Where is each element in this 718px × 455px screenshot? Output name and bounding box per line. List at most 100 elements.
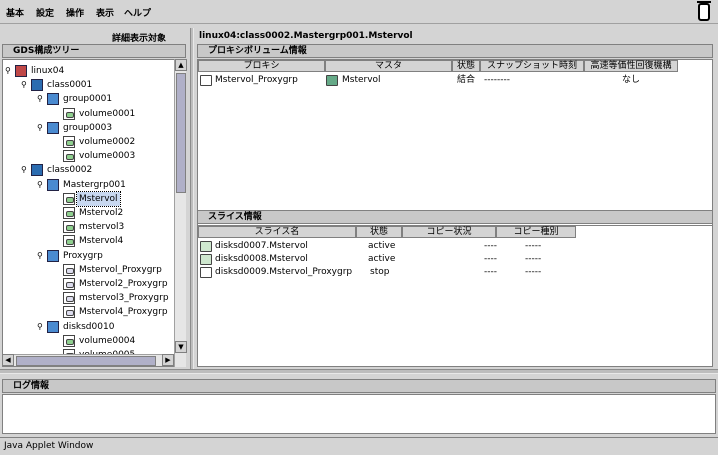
detail-target-label: 詳細表示対象 — [112, 34, 167, 44]
expand-toggle-icon[interactable]: ⚲ — [21, 166, 29, 174]
col-slice-name[interactable]: スライス名 — [198, 226, 356, 238]
tree-node-label: Mastergrp001 — [63, 179, 126, 190]
slice-state-cell: stop — [370, 267, 390, 277]
slice-icon — [200, 254, 212, 265]
expand-toggle-icon[interactable]: ⚲ — [37, 123, 45, 132]
expand-toggle-icon[interactable]: ⚲ — [37, 322, 45, 331]
copy-status-cell: ---- — [484, 254, 497, 264]
expand-toggle-icon[interactable]: ⚲ — [21, 81, 29, 89]
trash-icon[interactable] — [697, 1, 711, 21]
group-icon — [47, 93, 59, 106]
slice-state-cell: active — [368, 241, 396, 251]
leaf-spacer — [53, 138, 61, 146]
leaf-spacer — [53, 195, 61, 203]
group-icon — [47, 320, 59, 333]
volume-icon — [63, 306, 75, 319]
tree-node-label: volume0004 — [79, 335, 136, 346]
proxy-cell: Mstervol_Proxygrp — [215, 75, 298, 85]
menu-help[interactable]: ヘルプ — [124, 6, 151, 19]
scroll-right-button[interactable]: ▶ — [162, 354, 174, 366]
proxy-volume-title: プロキシボリューム情報 — [197, 44, 713, 58]
class-icon — [31, 79, 43, 92]
log-info-title-text: ログ情報 — [13, 381, 50, 391]
col-copy-status[interactable]: コピー状況 — [402, 226, 496, 238]
gds-tree-title-text: GDS構成ツリー — [13, 46, 80, 56]
menu-settings[interactable]: 設定 — [36, 6, 54, 19]
tree-node-label: linux04 — [31, 66, 65, 76]
tree-node-label: mstervol3 — [79, 222, 125, 233]
expand-toggle-icon[interactable]: ⚲ — [37, 95, 45, 103]
volume-icon — [63, 334, 75, 347]
expand-toggle-icon[interactable]: ⚲ — [37, 251, 45, 260]
tree-node-label: volume0002 — [79, 137, 136, 147]
tree-node-label: Proxygrp — [63, 250, 103, 261]
slice-icon — [200, 241, 212, 252]
col-snapshot[interactable]: スナップショット時刻 — [480, 60, 584, 72]
copy-status-cell: ---- — [484, 241, 497, 251]
leaf-spacer — [53, 280, 61, 288]
col-proxy[interactable]: プロキシ — [198, 60, 325, 72]
scroll-up-button[interactable]: ▲ — [175, 59, 187, 71]
vertical-splitter[interactable] — [190, 28, 194, 369]
menu-operation[interactable]: 操作 — [66, 6, 84, 19]
leaf-spacer — [53, 337, 61, 345]
volume-icon — [63, 150, 75, 163]
col-copy-kind[interactable]: コピー種別 — [496, 226, 576, 238]
col-fast-recovery[interactable]: 高速等価性回復機構 — [584, 60, 678, 72]
tree-vertical-scrollbar[interactable]: ▲ ▼ — [174, 59, 187, 367]
tree-node-label: Mstervol — [76, 190, 121, 207]
tree-node-label: mstervol3_Proxygrp — [79, 293, 169, 304]
group-icon — [47, 249, 59, 262]
left-panel: 詳細表示対象 GDS構成ツリー ⚲ linux04 ⚲ class0001 ⚲ group… — [0, 28, 190, 369]
tree-node-label: class0001 — [47, 80, 93, 91]
tree-horizontal-scrollbar[interactable]: ◀ ▶ — [2, 354, 174, 366]
log-area[interactable] — [2, 394, 716, 434]
col-slice-state[interactable]: 状態 — [356, 226, 402, 238]
leaf-spacer — [53, 209, 61, 217]
volume-icon — [63, 263, 75, 276]
fast-recovery-cell: なし — [622, 75, 641, 85]
copy-status-cell: ---- — [484, 267, 497, 277]
col-state[interactable]: 状態 — [452, 60, 480, 72]
volume-icon — [63, 278, 75, 290]
leaf-spacer — [53, 152, 61, 160]
volume-icon — [63, 235, 75, 248]
leaf-spacer — [53, 266, 61, 274]
menu-basic[interactable]: 基本 — [6, 6, 24, 19]
volume-icon — [63, 292, 75, 305]
leaf-spacer — [53, 223, 61, 231]
volume-icon — [63, 207, 75, 219]
tree-node-label: Mstervol4 — [79, 236, 124, 247]
slice-state-cell: active — [368, 254, 396, 264]
expand-toggle-icon[interactable]: ⚲ — [5, 67, 13, 75]
master-volume-icon — [326, 75, 338, 86]
tree-node-label: group0001 — [63, 94, 113, 105]
class-icon — [31, 164, 43, 177]
gds-tree: ⚲ linux04 ⚲ class0001 ⚲ group0001 volume0001 ⚲ g… — [2, 59, 186, 367]
slice-name-cell: disksd0008.Mstervol — [215, 254, 308, 264]
tree-node-label: Mstervol2_Proxygrp — [79, 279, 168, 289]
volume-icon — [63, 136, 75, 148]
copy-kind-cell: ----- — [525, 267, 542, 277]
tree-hscroll-thumb[interactable] — [16, 356, 156, 366]
menu-view[interactable]: 表示 — [96, 6, 114, 19]
tree-node-label: Mstervol4_Proxygrp — [79, 307, 168, 318]
scroll-left-button[interactable]: ◀ — [2, 354, 14, 366]
tree-node-label: volume0003 — [79, 151, 136, 162]
slice-name-cell: disksd0009.Mstervol_Proxygrp — [215, 267, 353, 277]
tree-node-label: Mstervol_Proxygrp — [79, 264, 162, 275]
volume-icon — [63, 192, 75, 205]
leaf-spacer — [53, 237, 61, 245]
slice-name-cell: disksd0007.Mstervol — [215, 241, 308, 251]
expand-toggle-icon[interactable]: ⚲ — [37, 180, 45, 189]
proxy-volume-table: プロキシ マスタ 状態 スナップショット時刻 高速等価性回復機構 Mstervo… — [197, 59, 713, 229]
volume-icon — [200, 75, 212, 86]
tree-node-label: group0003 — [63, 122, 113, 133]
group-icon — [47, 121, 59, 134]
col-master[interactable]: マスタ — [325, 60, 452, 72]
scroll-down-button[interactable]: ▼ — [175, 341, 187, 353]
slice-info-title-text: スライス情報 — [208, 212, 262, 222]
status-bar: Java Applet Window — [0, 437, 718, 455]
tree-vscroll-thumb[interactable] — [176, 73, 186, 193]
horizontal-splitter[interactable] — [0, 369, 718, 374]
